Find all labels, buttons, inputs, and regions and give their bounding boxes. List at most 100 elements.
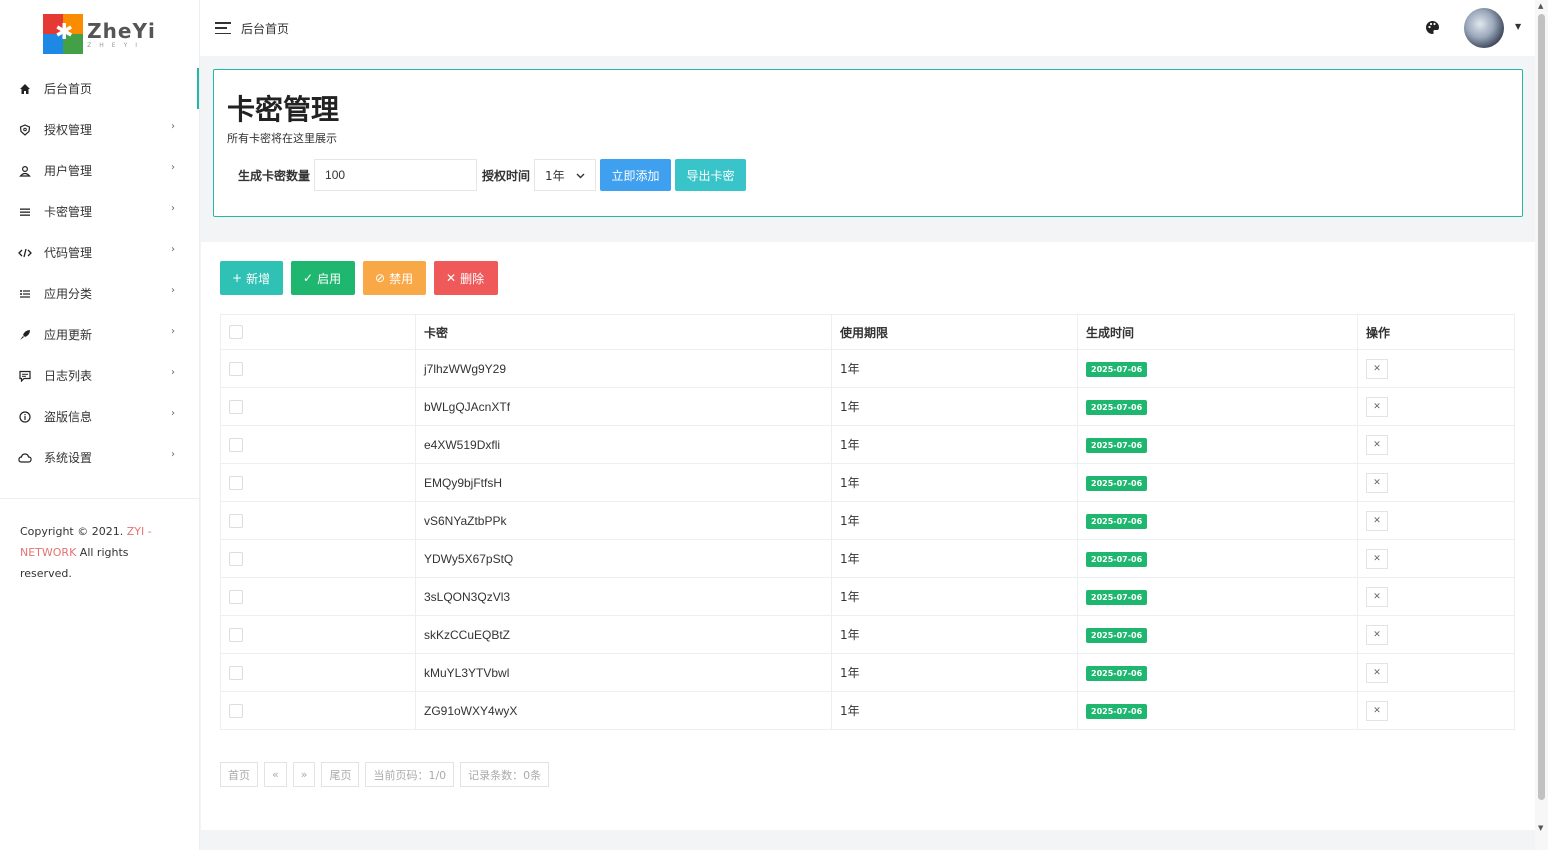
add-now-button[interactable]: 立即添加	[600, 159, 672, 191]
chevron-right-icon: ›	[171, 244, 175, 255]
time-cell: 2025-07-06	[1077, 349, 1358, 388]
sidebar: ✱ ZheYi ZHEYI 后台首页 授权管理 › 用户管理 › 卡密管理 › …	[0, 0, 200, 850]
scroll-down-icon[interactable]: ▼	[1538, 824, 1543, 832]
sidebar-item-label: 后台首页	[44, 82, 93, 96]
page-prev-button[interactable]: «	[264, 762, 287, 787]
copyright-prefix: Copyright © 2021.	[20, 525, 124, 538]
row-checkbox[interactable]	[229, 399, 243, 414]
delete-row-button[interactable]: ✕	[1366, 700, 1388, 721]
page-first-button[interactable]: 首页	[220, 762, 258, 787]
delete-button[interactable]: ✕ 删除	[434, 261, 498, 295]
row-checkbox[interactable]	[229, 665, 243, 680]
delete-row-button[interactable]: ✕	[1366, 358, 1388, 379]
chevron-right-icon: ›	[171, 203, 175, 214]
date-badge: 2025-07-06	[1086, 627, 1148, 643]
sidebar-item-update[interactable]: 应用更新 ›	[0, 314, 199, 355]
sidebar-item-auth[interactable]: 授权管理 ›	[0, 109, 199, 150]
sidebar-item-piracy[interactable]: 盗版信息 ›	[0, 396, 199, 437]
actions-cell: ✕	[1357, 653, 1515, 692]
chevron-right-icon: ›	[171, 326, 175, 337]
actions-cell: ✕	[1357, 425, 1515, 464]
table-row: YDWy5X67pStQ 1年 2025-07-06 ✕	[220, 539, 1515, 578]
period-cell: 1年	[831, 387, 1078, 426]
date-badge: 2025-07-06	[1086, 361, 1148, 377]
close-icon: ✕	[1373, 705, 1381, 716]
logo[interactable]: ✱ ZheYi ZHEYI	[0, 0, 199, 68]
row-checkbox[interactable]	[229, 627, 243, 642]
row-checkbox[interactable]	[229, 513, 243, 528]
table-row: skKzCCuEQBtZ 1年 2025-07-06 ✕	[220, 615, 1515, 654]
date-badge: 2025-07-06	[1086, 513, 1148, 529]
sidebar-item-cards[interactable]: 卡密管理 ›	[0, 191, 199, 232]
log-icon	[18, 369, 32, 383]
card-key-cell: e4XW519Dxfli	[415, 425, 832, 464]
copyright: Copyright © 2021. ZYI - NETWORK All righ…	[0, 499, 199, 606]
delete-row-button[interactable]: ✕	[1366, 624, 1388, 645]
row-checkbox[interactable]	[229, 703, 243, 718]
select-all-checkbox[interactable]	[229, 325, 243, 340]
col-header-key[interactable]: 卡密	[415, 314, 832, 350]
add-button[interactable]: + 新增	[220, 261, 283, 295]
card-key-cell: ZG91oWXY4wyX	[415, 691, 832, 730]
delete-row-button[interactable]: ✕	[1366, 472, 1388, 493]
period-cell: 1年	[831, 539, 1078, 578]
row-checkbox[interactable]	[229, 589, 243, 604]
col-header-actions: 操作	[1357, 314, 1515, 350]
row-checkbox[interactable]	[229, 551, 243, 566]
delete-row-button[interactable]: ✕	[1366, 548, 1388, 569]
close-icon: ✕	[1373, 515, 1381, 526]
list-icon	[18, 205, 32, 219]
sidebar-item-home[interactable]: 后台首页	[0, 68, 199, 109]
page-scrollbar[interactable]: ▲ ▼	[1535, 0, 1548, 850]
close-icon: ✕	[1373, 401, 1381, 412]
period-cell: 1年	[831, 577, 1078, 616]
close-icon: ✕	[1373, 363, 1381, 374]
caret-down-icon[interactable]: ▼	[1515, 22, 1521, 31]
sidebar-item-label: 应用分类	[44, 287, 93, 301]
delete-row-button[interactable]: ✕	[1366, 510, 1388, 531]
count-input-value: 100	[325, 168, 346, 182]
scroll-up-icon[interactable]: ▲	[1538, 2, 1543, 10]
sidebar-item-logs[interactable]: 日志列表 ›	[0, 355, 199, 396]
delete-row-button[interactable]: ✕	[1366, 586, 1388, 607]
card-key-cell: EMQy9bjFtfsH	[415, 463, 832, 502]
sidebar-item-label: 系统设置	[44, 451, 93, 465]
duration-select[interactable]: 1年	[534, 159, 597, 191]
sidebar-item-category[interactable]: 应用分类 ›	[0, 273, 199, 314]
menu-toggle-icon[interactable]	[215, 22, 231, 34]
scrollbar-thumb[interactable]	[1538, 14, 1545, 800]
row-checkbox[interactable]	[229, 361, 243, 376]
col-header-time[interactable]: 生成时间	[1077, 314, 1358, 350]
row-select-cell	[220, 463, 416, 502]
row-checkbox[interactable]	[229, 475, 243, 490]
delete-row-button[interactable]: ✕	[1366, 434, 1388, 455]
chevron-right-icon: ›	[171, 449, 175, 460]
page-next-button[interactable]: »	[292, 762, 316, 787]
sidebar-item-users[interactable]: 用户管理 ›	[0, 150, 199, 191]
logo-text: ZheYi	[87, 18, 156, 43]
delete-row-button[interactable]: ✕	[1366, 396, 1388, 417]
logo-subtext: ZHEYI	[87, 41, 146, 49]
sidebar-item-settings[interactable]: 系统设置 ›	[0, 437, 199, 478]
delete-row-button[interactable]: ✕	[1366, 662, 1388, 683]
actions-cell: ✕	[1357, 615, 1515, 654]
avatar[interactable]	[1464, 8, 1504, 48]
row-checkbox[interactable]	[229, 437, 243, 452]
enable-button[interactable]: ✓ 启用	[291, 261, 355, 295]
chevron-right-icon: ›	[171, 121, 175, 132]
close-icon: ✕	[1373, 667, 1381, 678]
code-icon	[18, 246, 32, 260]
col-header-period[interactable]: 使用期限	[831, 314, 1078, 350]
count-input[interactable]: 100	[314, 159, 478, 191]
row-select-cell	[220, 577, 416, 616]
table-header-row: 卡密 使用期限 生成时间 操作	[220, 314, 1515, 350]
palette-icon[interactable]	[1425, 20, 1440, 35]
page-subtitle: 所有卡密将在这里展示	[227, 132, 337, 145]
page-last-button[interactable]: 尾页	[321, 762, 360, 787]
disable-button[interactable]: ⊘ 禁用	[363, 261, 426, 295]
row-select-cell	[220, 501, 416, 540]
time-cell: 2025-07-06	[1077, 691, 1358, 730]
export-button[interactable]: 导出卡密	[675, 159, 747, 191]
sidebar-item-code[interactable]: 代码管理 ›	[0, 232, 199, 273]
duration-label: 授权时间	[482, 168, 531, 183]
